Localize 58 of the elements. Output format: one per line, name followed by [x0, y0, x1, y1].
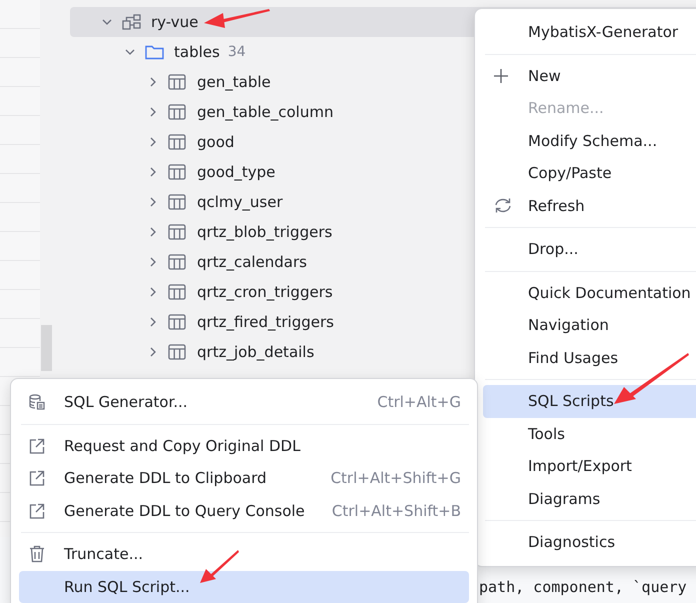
table-icon: [168, 164, 186, 180]
table-icon: [168, 224, 186, 240]
keyboard-shortcut: Ctrl+Alt+Shift+G: [330, 469, 461, 488]
tree-label: tables: [174, 43, 220, 61]
menu-item[interactable]: Diagnostics: [483, 526, 696, 558]
tree-label: qrtz_job_details: [197, 343, 314, 361]
plus-icon: [493, 68, 509, 84]
item-count: 34: [228, 44, 246, 60]
menu-item[interactable]: Drop...: [483, 233, 696, 266]
arrow-annotation: [203, 8, 271, 30]
tree-label: qclmy_user: [197, 193, 283, 211]
tree-label: good_type: [197, 163, 276, 181]
menu-item[interactable]: Find Usages: [483, 342, 696, 374]
tree-label: qrtz_cron_triggers: [197, 283, 333, 301]
tree-label: qrtz_calendars: [197, 253, 307, 271]
menu-item[interactable]: Run SQL Script...: [19, 570, 469, 603]
menu-item[interactable]: Diagrams: [483, 482, 696, 515]
table-icon: [168, 314, 186, 330]
menu-item[interactable]: Copy/Paste: [483, 157, 696, 190]
export-icon: [29, 438, 45, 454]
menu-item[interactable]: SQL Generator... Ctrl+Alt+G: [19, 386, 469, 418]
keyboard-shortcut: Ctrl+Alt+G: [376, 393, 461, 412]
table-icon: [168, 194, 186, 210]
tree-label: qrtz_fired_triggers: [197, 313, 334, 331]
menu-item[interactable]: New: [483, 60, 696, 92]
export-icon: [29, 470, 45, 486]
menu-item[interactable]: Request and Copy Original DDL: [19, 430, 469, 462]
table-icon: [168, 134, 186, 150]
menu-item[interactable]: Tools: [483, 418, 696, 450]
menu-item[interactable]: Import/Export: [483, 450, 696, 482]
table-icon: [168, 344, 186, 360]
menu-item[interactable]: Generate DDL to Clipboard Ctrl+Alt+Shift+G: [19, 462, 469, 494]
tree-label: ry-vue: [151, 13, 198, 31]
menu-item[interactable]: Navigation: [483, 309, 696, 342]
table-icon: [168, 74, 186, 90]
trash-icon: [29, 545, 45, 564]
table-icon: [168, 254, 186, 270]
database-icon: [29, 394, 45, 410]
scrollbar-thumb[interactable]: [41, 325, 52, 371]
code-text: path, component, `query: [479, 577, 687, 598]
tree-label: good: [197, 133, 234, 151]
menu-item[interactable]: Generate DDL to Query Console Ctrl+Alt+Shift+B: [19, 494, 469, 527]
menu-item[interactable]: Quick Documentation: [483, 276, 696, 309]
table-icon: [168, 284, 186, 300]
menu-item[interactable]: SQL Scripts: [483, 385, 696, 418]
export-icon: [29, 502, 45, 519]
tree-label: gen_table_column: [197, 103, 334, 121]
folder-icon: [145, 44, 164, 60]
keyboard-shortcut: Ctrl+Alt+Shift+B: [330, 502, 461, 520]
menu-item[interactable]: Truncate...: [19, 538, 469, 570]
schema-icon: [122, 13, 142, 31]
tree-label: gen_table: [197, 73, 271, 91]
refresh-icon: [493, 197, 513, 214]
tree-label: qrtz_blob_triggers: [197, 223, 332, 241]
menu-item[interactable]: Refresh: [483, 190, 696, 222]
arrow-annotation: [198, 549, 240, 585]
table-icon: [168, 104, 186, 120]
menu-item[interactable]: Modify Schema...: [483, 124, 696, 157]
